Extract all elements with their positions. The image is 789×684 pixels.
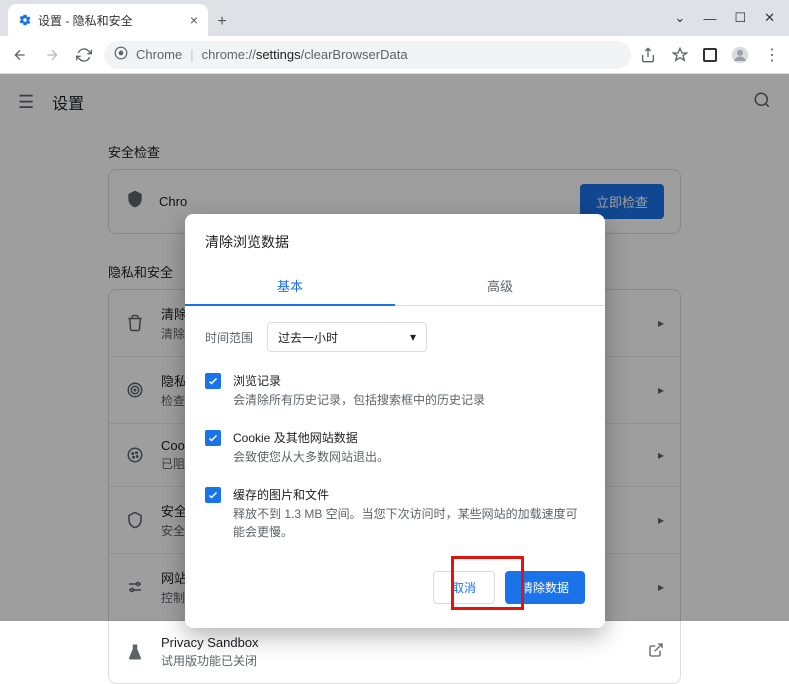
- checkbox-item-cache[interactable]: 缓存的图片和文件释放不到 1.3 MB 空间。当您下次访问时，某些网站的加载速度…: [185, 476, 605, 551]
- chk-title: Cookie 及其他网站数据: [233, 429, 389, 446]
- time-range-value: 过去一小时: [278, 329, 338, 346]
- flask-icon: [125, 642, 145, 662]
- new-tab-button[interactable]: +: [208, 8, 236, 36]
- browser-tab[interactable]: 设置 - 隐私和安全 ×: [8, 4, 208, 36]
- dialog-tabs: 基本 高级: [185, 266, 605, 306]
- clear-data-button[interactable]: 清除数据: [505, 571, 585, 604]
- url-rest: /clearBrowserData: [301, 47, 408, 62]
- maximize-icon[interactable]: ☐: [734, 10, 746, 26]
- checkbox-item-history[interactable]: 浏览记录会清除所有历史记录，包括搜索框中的历史记录: [185, 362, 605, 419]
- url-bold: settings: [256, 47, 301, 62]
- tab-title: 设置 - 隐私和安全: [38, 12, 133, 29]
- page-body: ☰ 设置 安全检查 Chro 立即检查 隐私和安全 清除清除 ▸ 隐私检查 ▸: [0, 74, 789, 621]
- cancel-button[interactable]: 取消: [433, 571, 495, 604]
- row-sub: 试用版功能已关闭: [161, 652, 259, 669]
- external-link-icon: [648, 642, 664, 663]
- dropdown-arrow-icon: ▾: [410, 330, 416, 344]
- share-icon[interactable]: [639, 46, 657, 64]
- time-range-label: 时间范围: [205, 329, 253, 346]
- forward-button[interactable]: [40, 43, 64, 67]
- browser-toolbar: Chrome | chrome://settings/clearBrowserD…: [0, 36, 789, 74]
- chk-title: 浏览记录: [233, 372, 485, 389]
- chk-sub: 释放不到 1.3 MB 空间。当您下次访问时，某些网站的加载速度可能会更慢。: [233, 505, 585, 541]
- row-title: Privacy Sandbox: [161, 635, 259, 650]
- checkbox-checked-icon[interactable]: [205, 487, 221, 503]
- checkbox-checked-icon[interactable]: [205, 430, 221, 446]
- checkbox-checked-icon[interactable]: [205, 373, 221, 389]
- close-window-icon[interactable]: ✕: [764, 10, 775, 26]
- settings-gear-icon: [18, 13, 32, 27]
- chrome-logo-icon: [114, 46, 128, 63]
- time-range-dropdown[interactable]: 过去一小时 ▾: [267, 322, 427, 352]
- reload-button[interactable]: [72, 43, 96, 67]
- dialog-title: 清除浏览数据: [185, 214, 605, 266]
- dialog-actions: 取消 清除数据: [185, 551, 605, 612]
- tab-basic[interactable]: 基本: [185, 266, 395, 305]
- checkbox-item-cookies[interactable]: Cookie 及其他网站数据会致使您从大多数网站退出。: [185, 419, 605, 476]
- window-controls: ⌄ — ☐ ✕: [675, 0, 789, 36]
- minimize-icon[interactable]: —: [703, 11, 716, 26]
- chevron-down-icon[interactable]: ⌄: [675, 10, 686, 26]
- list-item[interactable]: Privacy Sandbox 试用版功能已关闭: [109, 620, 680, 683]
- chk-sub: 会清除所有历史记录，包括搜索框中的历史记录: [233, 391, 485, 409]
- url-scheme: Chrome: [136, 47, 182, 62]
- chk-sub: 会致使您从大多数网站退出。: [233, 448, 389, 466]
- star-icon[interactable]: [671, 46, 689, 64]
- clear-data-dialog: 清除浏览数据 基本 高级 时间范围 过去一小时 ▾ 浏览记录会清除所有历史记录，…: [185, 214, 605, 628]
- url-host: chrome://: [202, 47, 256, 62]
- menu-dots-icon[interactable]: ⋮: [763, 46, 781, 64]
- panel-icon[interactable]: [703, 48, 717, 62]
- back-button[interactable]: [8, 43, 32, 67]
- tab-advanced[interactable]: 高级: [395, 266, 605, 305]
- address-bar[interactable]: Chrome | chrome://settings/clearBrowserD…: [104, 41, 631, 69]
- tab-close-icon[interactable]: ×: [190, 12, 198, 28]
- chk-title: 缓存的图片和文件: [233, 486, 585, 503]
- window-titlebar: 设置 - 隐私和安全 × + ⌄ — ☐ ✕: [0, 0, 789, 36]
- profile-icon[interactable]: [731, 46, 749, 64]
- time-range-row: 时间范围 过去一小时 ▾: [185, 306, 605, 362]
